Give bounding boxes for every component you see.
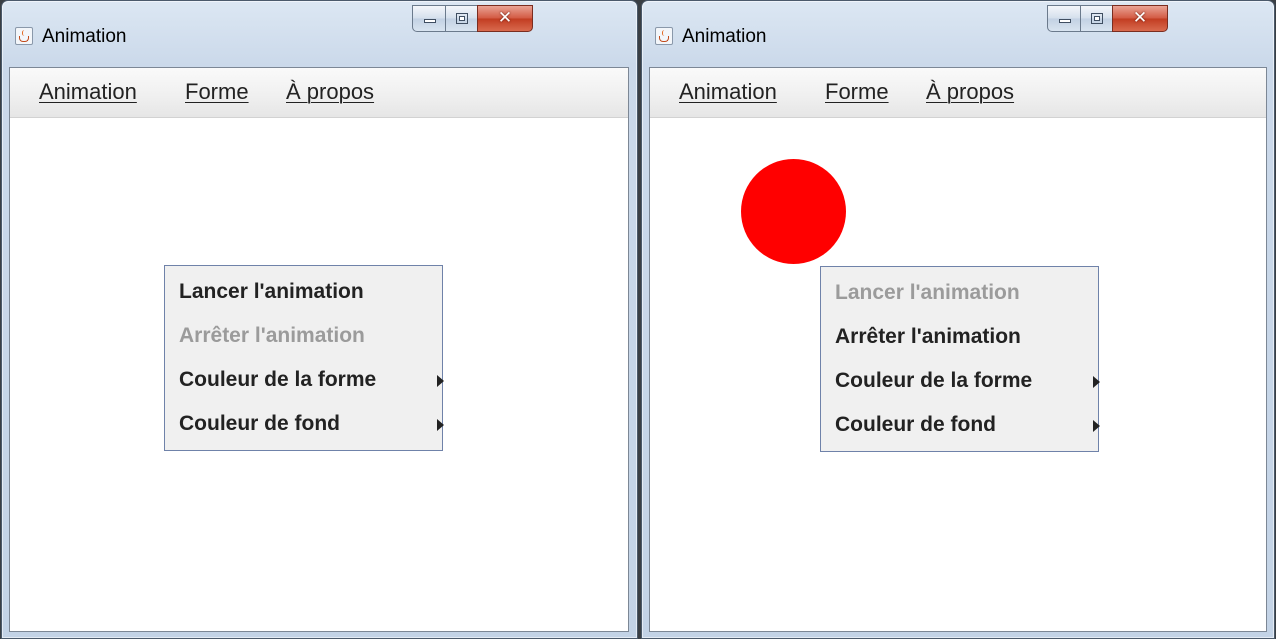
menu-bar: Animation Forme À propos	[650, 68, 1266, 118]
title-bar[interactable]: Animation ✕	[2, 1, 637, 67]
context-menu: Lancer l'animation Arrêter l'animation C…	[164, 265, 444, 451]
menu-a-propos[interactable]: À propos	[286, 79, 374, 105]
java-cup-icon[interactable]	[655, 27, 673, 45]
menu-item-couleur-forme[interactable]: Couleur de la forme	[835, 369, 1100, 405]
close-icon: ✕	[497, 8, 513, 28]
menu-item-label: Couleur de la forme	[835, 369, 1033, 392]
menu-item-arreter-animation: Arrêter l'animation	[179, 324, 365, 347]
drawing-canvas[interactable]: Lancer l'animation Arrêter l'animation C…	[10, 118, 628, 631]
client-area: Animation Forme À propos Lancer l'animat…	[9, 67, 629, 632]
java-cup-icon[interactable]	[15, 27, 33, 45]
menu-item-label: Couleur de la forme	[179, 368, 377, 391]
client-area: Animation Forme À propos Lancer l'animat…	[649, 67, 1267, 632]
menu-item-arreter-animation[interactable]: Arrêter l'animation	[835, 325, 1098, 361]
title-bar[interactable]: Animation ✕	[642, 1, 1274, 67]
close-button[interactable]: ✕	[477, 5, 533, 32]
menu-animation[interactable]: Animation	[39, 79, 137, 105]
maximize-icon	[1091, 13, 1103, 24]
animation-window-left: Animation ✕ Animation Forme À propos Lan…	[1, 0, 638, 639]
menu-forme[interactable]: Forme	[185, 79, 249, 105]
window-title: Animation	[682, 26, 767, 47]
maximize-icon	[456, 13, 468, 24]
minimize-button[interactable]	[1047, 5, 1081, 32]
menu-forme[interactable]: Forme	[825, 79, 889, 105]
menu-animation[interactable]: Animation	[679, 79, 777, 105]
drawing-canvas[interactable]: Lancer l'animation Arrêter l'animation C…	[650, 118, 1266, 631]
menu-item-couleur-fond[interactable]: Couleur de fond	[835, 413, 1100, 449]
menu-a-propos[interactable]: À propos	[926, 79, 1014, 105]
menu-item-couleur-fond[interactable]: Couleur de fond	[179, 412, 444, 448]
menu-item-couleur-forme[interactable]: Couleur de la forme	[179, 368, 444, 404]
minimize-icon	[1059, 19, 1071, 23]
window-title: Animation	[42, 26, 127, 47]
animation-window-right: Animation ✕ Animation Forme À propos Lan…	[641, 0, 1275, 639]
chevron-right-icon	[437, 375, 444, 387]
menu-item-label: Couleur de fond	[179, 412, 340, 435]
chevron-right-icon	[1093, 420, 1100, 432]
menu-item-lancer-animation[interactable]: Lancer l'animation	[179, 280, 442, 316]
minimize-icon	[424, 19, 436, 23]
menu-item-label: Couleur de fond	[835, 413, 996, 436]
maximize-button[interactable]	[445, 5, 478, 32]
chevron-right-icon	[437, 419, 444, 431]
menu-item-lancer-animation: Lancer l'animation	[835, 281, 1020, 304]
animated-circle	[741, 159, 846, 264]
minimize-button[interactable]	[412, 5, 446, 32]
close-icon: ✕	[1132, 8, 1148, 28]
context-menu: Lancer l'animation Arrêter l'animation C…	[820, 266, 1100, 452]
menu-bar: Animation Forme À propos	[10, 68, 628, 118]
close-button[interactable]: ✕	[1112, 5, 1168, 32]
maximize-button[interactable]	[1080, 5, 1113, 32]
chevron-right-icon	[1093, 376, 1100, 388]
